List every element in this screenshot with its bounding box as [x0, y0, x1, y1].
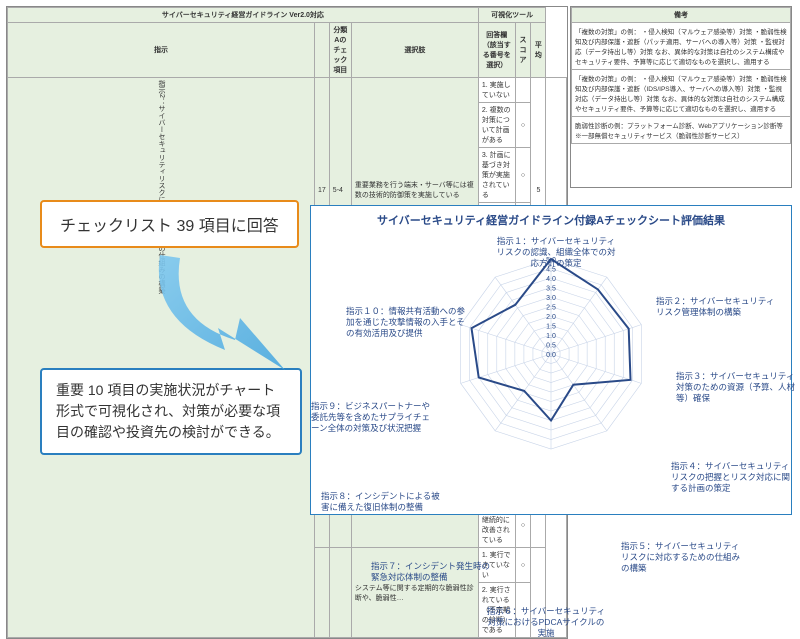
radar-axis-label: 指示９：ビジネスパートナーや委託先等を含めたサプライチェーン全体の対策及び状況把…	[311, 401, 431, 434]
answer-mark[interactable]: ○	[515, 548, 531, 583]
svg-text:3.0: 3.0	[546, 295, 556, 302]
radar-chart: 0.00.51.01.52.02.53.03.54.04.55.0	[441, 244, 661, 464]
answer-mark[interactable]: ○	[515, 103, 531, 148]
note-item: 「複数の対策」の例： ・侵入検知（マルウェア感染等）対策 ・脆弱性検知及び内部保…	[572, 23, 791, 70]
radar-axis-label: 指示３：サイバーセキュリティ対策のための資源（予算、人材等）確保	[676, 371, 796, 404]
notes-spreadsheet: 備考 「複数の対策」の例： ・侵入検知（マルウェア感染等）対策 ・脆弱性検知及び…	[570, 6, 792, 188]
arrow-icon	[140, 240, 300, 380]
svg-text:4.0: 4.0	[546, 276, 556, 283]
note-item: 「複数の対策」の例： ・侵入検知（マルウェア感染等）対策 ・脆弱性検知及び内部保…	[572, 70, 791, 117]
svg-text:2.0: 2.0	[546, 314, 556, 321]
radar-axis-label: 指示５：サイバーセキュリティリスクに対応するための仕組みの構築	[621, 541, 741, 574]
callout-chart-explanation: 重要 10 項目の実施状況がチャート形式で可視化され、対策が必要な項目の確認や投…	[40, 368, 302, 455]
radar-axis-label: 指示７：インシデント発生時の緊急対応体制の整備	[371, 561, 491, 583]
column-header: 選択肢	[351, 23, 478, 78]
answer-mark[interactable]	[515, 78, 531, 103]
column-header: 分類Aのチェック項目	[329, 23, 351, 78]
radar-axis-label: 指示６：サイバーセキュリティ対策におけるPDCAサイクルの実施	[486, 606, 606, 639]
option-text: 2. 複数の対策について計画がある	[478, 103, 515, 148]
answer-mark[interactable]: ○	[515, 148, 531, 203]
sheet2-header: 備考	[572, 8, 791, 23]
option-text: 1. 実施していない	[478, 78, 515, 103]
svg-text:1.5: 1.5	[546, 324, 556, 331]
svg-text:0.0: 0.0	[546, 352, 556, 359]
radar-axis-label: 指示４：サイバーセキュリティリスクの把握とリスク対応に関する計画の策定	[671, 461, 791, 494]
svg-text:2.5: 2.5	[546, 305, 556, 312]
sheet1-title: サイバーセキュリティ経営ガイドライン Ver2.0対応	[8, 8, 479, 23]
column-header	[315, 23, 330, 78]
radar-axis-label: 指示１０：情報共有活動への参加を通じた攻撃情報の入手とその有効活用及び提供	[346, 306, 466, 339]
radar-chart-panel: サイバーセキュリティ経営ガイドライン付録Aチェックシート評価結果 0.0 0.5 1…	[310, 205, 792, 515]
row-index	[315, 548, 330, 638]
radar-axis-label: 指示８：インシデントによる被害に備えた復旧体制の整備	[321, 491, 441, 513]
chart-title: サイバーセキュリティ経営ガイドライン付録Aチェックシート評価結果	[311, 206, 791, 228]
row-category	[329, 548, 351, 638]
radar-axis-label: 指示２：サイバーセキュリティリスク管理体制の構築	[656, 296, 776, 318]
svg-text:3.5: 3.5	[546, 286, 556, 293]
svg-text:0.5: 0.5	[546, 343, 556, 350]
column-header: 平均	[531, 23, 546, 78]
column-header: 指示	[8, 23, 315, 78]
sheet1-title2: 可視化ツール	[478, 8, 546, 23]
svg-text:1.0: 1.0	[546, 333, 556, 340]
note-item: 脆弱性診断の例：プラットフォーム診断、Webアプリケーション診断等 ※一部無償セ…	[572, 117, 791, 144]
option-text: 3. 計画に基づき対策が実施されている	[478, 148, 515, 203]
column-header: スコア	[515, 23, 531, 78]
column-header: 回答欄（該当する番号を選択）	[478, 23, 515, 78]
radar-axis-label: 指示１：サイバーセキュリティリスクの認識、組織全体での対応方針の策定	[496, 236, 616, 269]
